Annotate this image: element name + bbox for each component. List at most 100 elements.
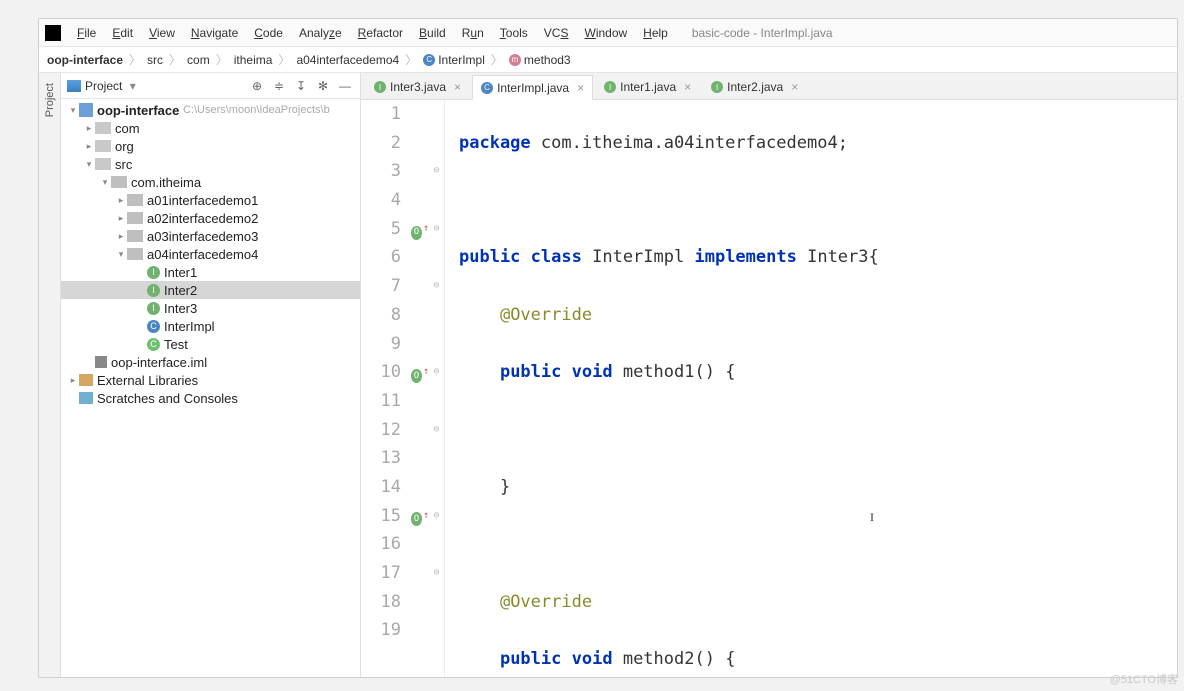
project-tree: ▾oop-interface C:\Users\moon\IdeaProject… (61, 99, 360, 677)
package-icon (127, 248, 143, 260)
tree-scratches[interactable]: Scratches and Consoles (61, 389, 360, 407)
bc-project[interactable]: oop-interface (47, 53, 123, 67)
method-icon: m (509, 54, 521, 66)
project-tool-tab[interactable]: Project (44, 77, 56, 123)
override-marker-icon[interactable]: O (411, 512, 422, 526)
project-panel: Project ▾ ⊕ ≑ ↧ ✻ — ▾oop-interface C:\Us… (61, 73, 361, 677)
folder-icon (95, 158, 111, 170)
tree-file-test[interactable]: CTest (61, 335, 360, 353)
gutter-line-numbers: 12345678910111213141516171819 (361, 100, 409, 677)
bc-method[interactable]: mmethod3 (509, 53, 571, 67)
hide-button[interactable]: — (336, 77, 354, 95)
tab-inter1[interactable]: IInter1.java× (595, 74, 700, 99)
interface-icon: I (147, 266, 160, 279)
text-cursor-icon: I (870, 510, 874, 525)
up-arrow-icon: ↑ (423, 215, 429, 244)
tab-inter2[interactable]: IInter2.java× (702, 74, 807, 99)
chevron-right-icon: 〉 (278, 51, 290, 68)
interface-icon: I (147, 302, 160, 315)
tree-pkg-a04[interactable]: ▾a04interfacedemo4 (61, 245, 360, 263)
tree-external-libs[interactable]: ▸External Libraries (61, 371, 360, 389)
project-panel-title[interactable]: Project ▾ (85, 79, 244, 93)
package-icon (127, 212, 143, 224)
override-marker-icon[interactable]: O (411, 369, 422, 383)
breadcrumb-bar: oop-interface 〉 src 〉 com 〉 itheima 〉 a0… (39, 47, 1177, 73)
bc-itheima[interactable]: itheima (234, 53, 273, 67)
tree-pkg-itheima[interactable]: ▾com.itheima (61, 173, 360, 191)
package-icon (111, 176, 127, 188)
bc-class[interactable]: CInterImpl (423, 53, 485, 67)
package-icon (127, 194, 143, 206)
library-icon (79, 374, 93, 386)
tree-pkg-a01[interactable]: ▸a01interfacedemo1 (61, 191, 360, 209)
tree-folder-org[interactable]: ▸org (61, 137, 360, 155)
chevron-right-icon: 〉 (129, 51, 141, 68)
runnable-class-icon: C (147, 338, 160, 351)
tab-inter3[interactable]: IInter3.java× (365, 74, 470, 99)
override-marker-icon[interactable]: O (411, 226, 422, 240)
up-arrow-icon: ↑ (423, 358, 429, 387)
tree-file-inter2[interactable]: IInter2 (61, 281, 360, 299)
tree-file-inter1[interactable]: IInter1 (61, 263, 360, 281)
interface-icon: I (147, 284, 160, 297)
module-icon (79, 103, 93, 117)
tree-file-iml[interactable]: oop-interface.iml (61, 353, 360, 371)
project-panel-header: Project ▾ ⊕ ≑ ↧ ✻ — (61, 73, 360, 99)
up-arrow-icon: ↑ (423, 502, 429, 531)
menu-tools[interactable]: Tools (494, 24, 534, 42)
menu-window[interactable]: Window (578, 24, 633, 42)
project-icon (67, 80, 81, 92)
menu-help[interactable]: Help (637, 24, 674, 42)
chevron-right-icon: 〉 (169, 51, 181, 68)
bc-pkg[interactable]: a04interfacedemo4 (296, 53, 399, 67)
class-icon: C (423, 54, 435, 66)
chevron-right-icon: 〉 (491, 51, 503, 68)
interface-icon: I (711, 81, 723, 93)
menu-code[interactable]: Code (248, 24, 289, 42)
menu-build[interactable]: Build (413, 24, 452, 42)
menu-refactor[interactable]: Refactor (352, 24, 409, 42)
menu-file[interactable]: File (71, 24, 102, 42)
interface-icon: I (374, 81, 386, 93)
menu-analyze[interactable]: Analyze (293, 24, 348, 42)
settings-button[interactable]: ✻ (314, 77, 332, 95)
expand-button[interactable]: ≑ (270, 77, 288, 95)
close-icon[interactable]: × (454, 80, 461, 94)
ide-window: File Edit View Navigate Code Analyze Ref… (38, 18, 1178, 678)
app-icon (45, 25, 61, 41)
tree-folder-com[interactable]: ▸com (61, 119, 360, 137)
menu-bar: File Edit View Navigate Code Analyze Ref… (39, 19, 1177, 47)
class-icon: C (481, 82, 493, 94)
package-icon (127, 230, 143, 242)
close-icon[interactable]: × (791, 80, 798, 94)
tab-interimpl[interactable]: CInterImpl.java× (472, 75, 593, 100)
window-title: basic-code - InterImpl.java (692, 26, 833, 40)
close-icon[interactable]: × (577, 81, 584, 95)
tree-file-inter3[interactable]: IInter3 (61, 299, 360, 317)
bc-com[interactable]: com (187, 53, 210, 67)
locate-button[interactable]: ⊕ (248, 77, 266, 95)
menu-edit[interactable]: Edit (106, 24, 139, 42)
class-icon: C (147, 320, 160, 333)
chevron-right-icon: 〉 (216, 51, 228, 68)
gutter-marks: O↑ O↑ O↑ (409, 100, 429, 677)
collapse-button[interactable]: ↧ (292, 77, 310, 95)
tree-folder-src[interactable]: ▾src (61, 155, 360, 173)
fold-gutter: ⊖⊖⊖⊖⊖⊖⊖ (429, 100, 445, 677)
scratch-icon (79, 392, 93, 404)
tree-pkg-a03[interactable]: ▸a03interfacedemo3 (61, 227, 360, 245)
close-icon[interactable]: × (684, 80, 691, 94)
menu-view[interactable]: View (143, 24, 181, 42)
tree-root[interactable]: ▾oop-interface C:\Users\moon\IdeaProject… (61, 101, 360, 119)
menu-navigate[interactable]: Navigate (185, 24, 244, 42)
bc-src[interactable]: src (147, 53, 163, 67)
menu-vcs[interactable]: VCS (538, 24, 575, 42)
code-area[interactable]: package com.itheima.a04interfacedemo4; p… (445, 100, 1177, 677)
menu-run[interactable]: Run (456, 24, 490, 42)
iml-icon (95, 356, 107, 368)
editor-panel: IInter3.java× CInterImpl.java× IInter1.j… (361, 73, 1177, 677)
tree-file-interimpl[interactable]: CInterImpl (61, 317, 360, 335)
tree-pkg-a02[interactable]: ▸a02interfacedemo2 (61, 209, 360, 227)
code-editor[interactable]: 12345678910111213141516171819 O↑ O↑ O↑ ⊖… (361, 100, 1177, 677)
editor-tabs: IInter3.java× CInterImpl.java× IInter1.j… (361, 73, 1177, 100)
